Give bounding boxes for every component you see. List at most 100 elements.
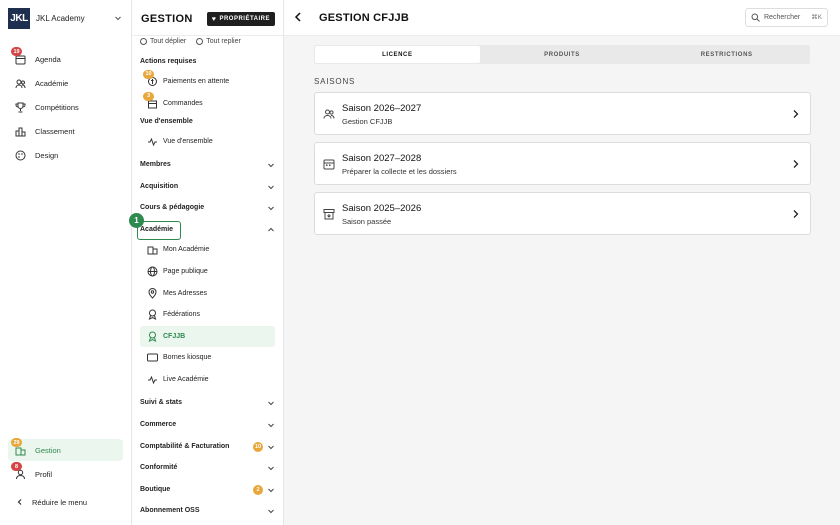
nav-item-live-academie[interactable]: Live Académie (140, 369, 275, 390)
chevron-right-icon (793, 110, 799, 118)
season-subtitle: Saison passée (342, 217, 392, 226)
nav-item-label: Mes Adresses (163, 290, 207, 297)
collapse-menu-label: Réduire le menu (32, 497, 88, 507)
step-number-badge: 1 (129, 213, 144, 228)
sidebar-item-agenda[interactable]: 19 Agenda (8, 47, 123, 70)
nav-item-label: CFJJB (163, 333, 186, 340)
nav-item-bornes-kiosque[interactable]: Bornes kiosque (140, 347, 275, 368)
academy-name: JKL Academy (36, 14, 85, 23)
chevron-down-icon (268, 206, 274, 210)
sidebar-item-competitions[interactable]: Compétitions (8, 96, 123, 118)
group-membres[interactable]: Membres (140, 154, 275, 175)
collapse-menu-button[interactable]: Réduire le menu (8, 491, 123, 513)
collapse-icon (196, 38, 204, 45)
trophy-icon (14, 101, 26, 113)
monitor-icon (146, 352, 158, 364)
nav-item-label: Paiements en attente (163, 78, 230, 85)
comptabilite-badge: 10 (253, 441, 263, 452)
nav-item-vue-ensemble[interactable]: Vue d'ensemble (140, 131, 275, 152)
tab-restrictions[interactable]: RESTRICTIONS (644, 46, 809, 63)
nav-item-federations[interactable]: Fédérations (140, 304, 275, 325)
calendar-icon (323, 159, 335, 170)
group-boutique[interactable]: Boutique 2 (140, 479, 275, 500)
gestion-title: GESTION (141, 13, 193, 25)
sidebar-item-gestion[interactable]: 29 Gestion (8, 438, 123, 461)
chevron-down-icon (268, 488, 274, 492)
chevron-down-icon (268, 509, 274, 513)
season-card[interactable]: Saison 2026–2027 Gestion CFJJB (314, 92, 811, 135)
sidebar-item-profil[interactable]: 8 Profil (8, 462, 123, 485)
box-icon: 3 (143, 91, 158, 110)
activity-icon (146, 136, 158, 148)
sidebar-item-label: Profil (35, 469, 53, 479)
sidebar-item-label: Design (35, 150, 59, 160)
nav-item-mon-academie[interactable]: Mon Académie (140, 239, 275, 260)
academy-switcher[interactable]: JKL JKL Academy (8, 8, 126, 29)
nav-item-label: Fédérations (163, 311, 200, 318)
group-label: Acquisition (140, 183, 179, 190)
main-sidebar: JKL JKL Academy 19 Agenda Académie Compé… (0, 0, 132, 525)
nav-item-page-publique[interactable]: Page publique (140, 261, 275, 282)
podium-icon (14, 125, 26, 137)
nav-item-label: Commandes (163, 100, 203, 107)
page-title: GESTION CFJJB (319, 12, 410, 24)
search-shortcut: ⌘K (811, 14, 822, 21)
season-subtitle: Gestion CFJJB (342, 117, 393, 126)
back-arrow-icon[interactable] (292, 11, 304, 23)
actions-section-label: Actions requises (140, 58, 197, 65)
nav-item-cfjjb[interactable]: CFJJB (140, 326, 275, 347)
building-icon: 29 (11, 438, 26, 456)
users-icon (14, 77, 26, 89)
section-title: SAISONS (314, 77, 356, 86)
sidebar-item-academie[interactable]: Académie (8, 72, 123, 94)
chevron-right-icon (793, 210, 799, 218)
heart-icon: ♥ (211, 15, 217, 23)
search-button[interactable]: Rechercher ⌘K (745, 8, 828, 27)
group-label: Comptabilité & Facturation (140, 443, 230, 450)
chevron-down-icon (268, 466, 274, 470)
expand-all-button[interactable]: Tout déplier (140, 38, 186, 45)
nav-item-label: Bornes kiosque (163, 354, 212, 361)
sidebar-item-label: Gestion (35, 445, 61, 455)
nav-item-label: Live Académie (163, 376, 209, 383)
tab-licence[interactable]: LICENCE (315, 46, 480, 63)
sidebar-item-classement[interactable]: Classement (8, 120, 123, 142)
expand-controls: Tout déplier Tout replier (140, 38, 241, 45)
group-label: Membres (140, 161, 171, 168)
owner-badge-label: PROPRIÉTAIRE (219, 16, 270, 22)
season-title: Saison 2026–2027 (342, 103, 422, 114)
group-label: Abonnement OSS (140, 507, 200, 514)
collapse-all-label: Tout replier (206, 38, 241, 45)
group-acquisition[interactable]: Acquisition (140, 176, 275, 197)
season-card[interactable]: Saison 2025–2026 Saison passée (314, 192, 811, 235)
chevron-right-icon (793, 160, 799, 168)
gestion-panel: GESTION ♥ PROPRIÉTAIRE Tout déplier Tout … (132, 0, 284, 525)
group-commerce[interactable]: Commerce (140, 414, 275, 435)
activity-icon (146, 374, 158, 386)
paiements-badge: 10 (143, 69, 154, 79)
group-comptabilite[interactable]: Comptabilité & Facturation 10 (140, 436, 275, 457)
profil-badge: 8 (11, 462, 22, 471)
sidebar-item-design[interactable]: Design (8, 144, 123, 166)
tab-produits[interactable]: PRODUITS (480, 46, 645, 63)
award-icon (146, 331, 158, 343)
season-card[interactable]: Saison 2027–2028 Préparer la collecte et… (314, 142, 811, 185)
nav-item-paiements[interactable]: 10 Paiements en attente (140, 69, 275, 92)
main-header: GESTION CFJJB Rechercher ⌘K (284, 0, 840, 36)
group-cours[interactable]: Cours & pédagogie (140, 197, 275, 218)
group-label: Conformité (140, 464, 178, 471)
globe-icon (146, 266, 158, 278)
users-icon (323, 109, 335, 119)
calendar-icon: 19 (11, 47, 26, 65)
group-abonnement[interactable]: Abonnement OSS (140, 500, 275, 521)
academy-logo: JKL (8, 8, 30, 29)
group-suivi-stats[interactable]: Suivi & stats (140, 392, 275, 413)
collapse-all-button[interactable]: Tout replier (196, 38, 241, 45)
tab-bar: LICENCE PRODUITS RESTRICTIONS (314, 45, 810, 64)
group-conformite[interactable]: Conformité (140, 457, 275, 478)
boutique-badge: 2 (253, 484, 263, 495)
nav-item-label: Vue d'ensemble (163, 138, 213, 145)
nav-item-commandes[interactable]: 3 Commandes (140, 91, 275, 114)
nav-item-adresses[interactable]: Mes Adresses (140, 283, 275, 304)
sidebar-item-label: Agenda (35, 54, 61, 64)
